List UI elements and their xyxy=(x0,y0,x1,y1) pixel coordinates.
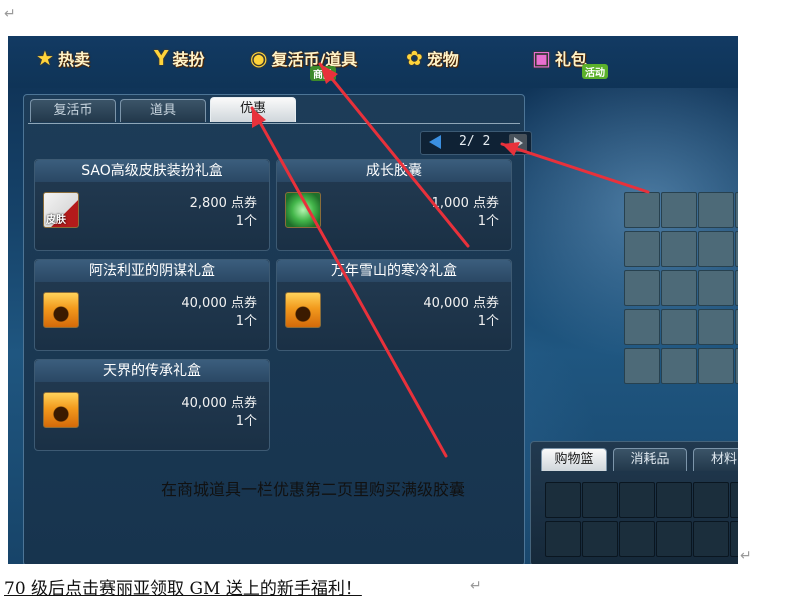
arrow-to-revive-tab xyxy=(318,62,470,248)
annotation-arrows xyxy=(250,62,650,458)
paragraph-mark: ↵ xyxy=(470,578,482,594)
paragraph-mark: ↵ xyxy=(740,548,752,564)
paragraph-mark: ↵ xyxy=(4,6,16,22)
arrow-to-next-page xyxy=(500,142,650,194)
arrow-to-discount-tab xyxy=(250,106,448,458)
arrowhead xyxy=(252,108,266,128)
footer-note: 70 级后点击赛丽亚领取 GM 送上的新手福利！ xyxy=(4,579,362,599)
game-shop-screenshot: ★ 热卖 Y 装扮 ◉ 复活币/道具 商品 ✿ 宠物 ▣ 礼包 活动 复活币 道… xyxy=(8,36,738,564)
